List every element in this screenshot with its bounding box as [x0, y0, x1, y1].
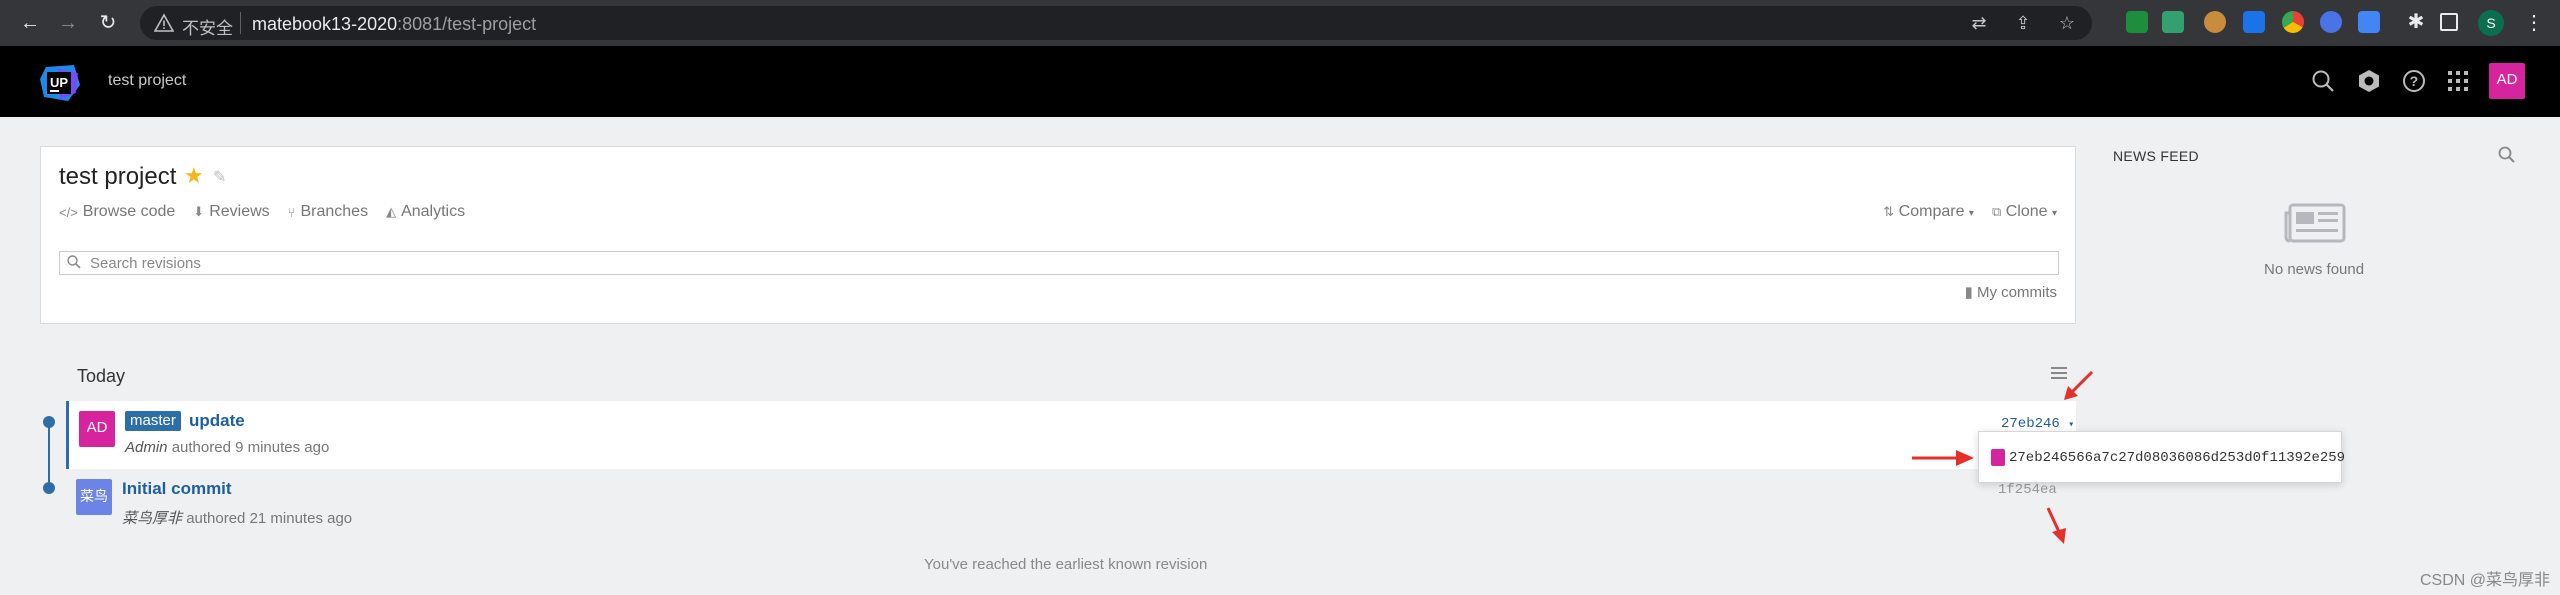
full-hash-popup: 27eb246566a7c27d08036086d253d0f11392e259 [1978, 431, 2345, 483]
project-breadcrumb[interactable]: test project [108, 72, 186, 90]
tab-analytics[interactable]: ◭ Analytics [386, 203, 465, 221]
project-card: test project ★ ✎ </> Browse code ⬇ Reviews… [40, 146, 2076, 324]
tab-label: Analytics [401, 203, 466, 220]
timeline-line [48, 420, 50, 490]
clone-label: Clone [2005, 203, 2048, 220]
extension-cookie-icon[interactable] [2204, 11, 2226, 33]
help-icon[interactable]: ? [2401, 68, 2427, 94]
address-bar[interactable]: 不安全 matebook13-2020:8081/test-project ⇄ … [140, 6, 2092, 40]
extension-chart-icon[interactable] [2162, 11, 2184, 33]
forward-icon[interactable]: → [54, 10, 82, 38]
url-path: :8081/test-project [397, 14, 537, 34]
extension-translate-icon[interactable] [2358, 11, 2380, 33]
extension-globe-icon[interactable] [2320, 11, 2342, 33]
warning-icon [154, 13, 174, 32]
insecure-label: 不安全 [182, 19, 233, 39]
app-header: UP test project ? AD [0, 46, 2560, 117]
short-hash[interactable]: 1f254ea [1998, 482, 2057, 498]
revision-search[interactable] [59, 251, 2059, 275]
extension-sheets-icon[interactable] [2126, 11, 2148, 33]
branch-badge[interactable]: master [125, 411, 181, 431]
extension-mail-icon[interactable] [2243, 11, 2265, 33]
reviews-icon: ⬇ [193, 204, 205, 219]
translate-icon[interactable]: ⇄ [1968, 12, 1990, 34]
apps-grid-icon[interactable] [2445, 68, 2471, 94]
bookmark-star-icon[interactable]: ☆ [2056, 12, 2078, 34]
side-panel-icon[interactable] [2440, 13, 2458, 31]
url-text[interactable]: matebook13-2020:8081/test-project [252, 14, 536, 35]
copy-clipboard-icon[interactable] [1991, 449, 2005, 466]
commit-meta: 菜鸟厚非 authored 21 minutes ago [122, 507, 352, 528]
chevron-down-icon: ▾ [2068, 420, 2075, 431]
tab-label: Reviews [209, 203, 270, 220]
search-icon [67, 255, 81, 269]
my-commits-label: My commits [1977, 284, 2057, 301]
clone-dropdown[interactable]: ⧉ Clone ▾ [1992, 203, 2057, 221]
extension-chrome-icon[interactable] [2282, 11, 2304, 33]
share-icon[interactable]: ⇪ [2012, 12, 2034, 34]
back-icon[interactable]: ← [16, 10, 44, 38]
timeline-dot [43, 482, 55, 494]
end-of-history-text: You've reached the earliest known revisi… [924, 556, 1208, 573]
tab-browse-code[interactable]: </> Browse code [59, 203, 175, 221]
edit-pencil-icon[interactable]: ✎ [213, 167, 226, 187]
avatar: 菜鸟 [76, 479, 112, 515]
code-icon: </> [59, 204, 78, 220]
browser-toolbar: ← → ↻ 不安全 matebook13-2020:8081/test-proj… [0, 0, 2560, 46]
tab-branches[interactable]: ⑂ Branches [288, 203, 368, 221]
compare-dropdown[interactable]: ⇅ Compare ▾ [1883, 203, 1974, 221]
annotation-arrow [1912, 450, 1974, 466]
logo-text: UP [50, 75, 68, 90]
search-icon[interactable] [2497, 145, 2517, 165]
commit-message[interactable]: Initial commit [122, 479, 232, 499]
newspaper-icon [2284, 203, 2346, 243]
timeline-group-label: Today [77, 366, 126, 386]
commit-meta: Admin authored 9 minutes ago [125, 439, 329, 456]
news-feed-title: NEWS FEED [2113, 148, 2199, 164]
project-tabs: </> Browse code ⬇ Reviews ⑂ Branches ◭ Analy… [59, 203, 465, 221]
commit-author: 菜鸟厚非 [122, 510, 183, 527]
full-hash[interactable]: 27eb246566a7c27d08036086d253d0f11392e259 [2009, 450, 2345, 466]
svg-text:?: ? [2410, 73, 2419, 89]
short-hash: 27eb246 [2001, 416, 2060, 432]
browser-menu-icon[interactable]: ⋮ [2520, 10, 2548, 38]
revision-search-input[interactable] [90, 254, 2050, 272]
upsource-logo[interactable]: UP [38, 63, 82, 103]
avatar: AD [79, 411, 115, 447]
tab-label: Browse code [82, 203, 176, 220]
chevron-down-icon: ▾ [1968, 208, 1974, 219]
branch-icon: ⑂ [287, 204, 296, 220]
commit-hash-toggle[interactable]: 27eb246 ▾ [2001, 416, 2074, 432]
tab-label: Branches [300, 203, 369, 220]
divider [240, 12, 241, 34]
project-title: test project [59, 163, 177, 190]
annotation-arrow [2046, 507, 2066, 544]
annotation-arrow [2064, 370, 2094, 400]
settings-hexagon-icon[interactable] [2356, 68, 2382, 94]
timeline-dot [43, 416, 55, 428]
analytics-icon: ◭ [386, 204, 397, 219]
my-commits-filter[interactable]: ▮ My commits [1965, 283, 2057, 301]
commit-author: Admin [125, 439, 168, 456]
reload-icon[interactable]: ↻ [94, 10, 122, 38]
extensions-puzzle-icon[interactable]: ✱ [2402, 9, 2430, 37]
profile-avatar[interactable]: S [2478, 10, 2504, 36]
tab-reviews[interactable]: ⬇ Reviews [193, 203, 269, 221]
compare-label: Compare [1898, 203, 1965, 220]
chevron-down-icon: ▾ [2051, 208, 2057, 219]
watermark: CSDN @菜鸟厚非 [2419, 572, 2550, 589]
bookmark-icon: ▮ [1964, 284, 1973, 301]
favorite-star-icon[interactable]: ★ [184, 163, 204, 189]
commit-row[interactable]: AD master update Admin authored 9 minute… [66, 401, 2076, 469]
user-avatar[interactable]: AD [2489, 63, 2525, 99]
commit-row[interactable]: 菜鸟 Initial commit 菜鸟厚非 authored 21 minut… [66, 469, 2076, 537]
commit-time: authored 21 minutes ago [186, 510, 353, 527]
commit-message[interactable]: update [189, 411, 245, 431]
news-empty-state: No news found [2264, 261, 2365, 278]
commit-time: authored 9 minutes ago [171, 439, 330, 456]
url-host: matebook13-2020 [252, 14, 398, 34]
compare-icon: ⇅ [1883, 204, 1895, 219]
search-icon[interactable] [2310, 68, 2336, 94]
clone-icon: ⧉ [1991, 204, 2002, 219]
